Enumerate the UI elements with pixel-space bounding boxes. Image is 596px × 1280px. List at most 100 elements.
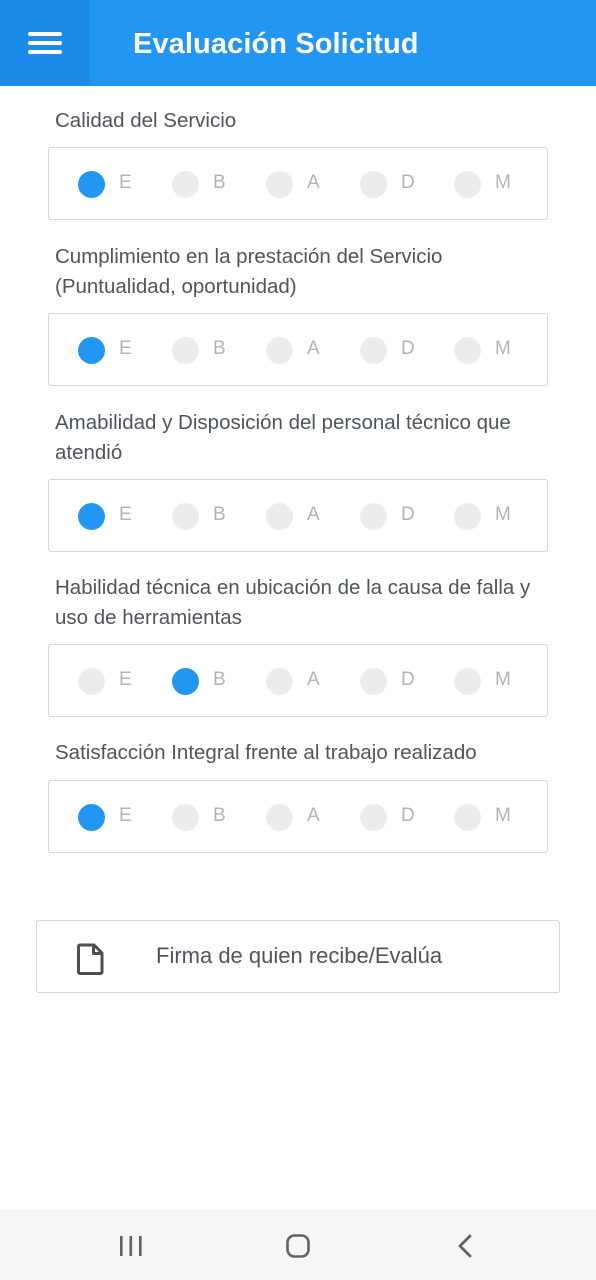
radio-checked-icon[interactable]: [78, 171, 105, 198]
rating-option-label: D: [401, 504, 415, 525]
rating-option-a[interactable]: A: [237, 645, 331, 716]
radio-unchecked-icon[interactable]: [454, 171, 481, 198]
signature-button[interactable]: Firma de quien recibe/Evalúa: [36, 920, 560, 993]
rating-option-label: M: [495, 504, 511, 525]
radio-unchecked-icon[interactable]: [78, 668, 105, 695]
question-label: Amabilidad y Disposición del personal té…: [55, 411, 511, 464]
rating-option-m[interactable]: M: [425, 480, 519, 551]
radio-unchecked-icon[interactable]: [172, 804, 199, 831]
rating-option-label: M: [495, 172, 511, 193]
radio-unchecked-icon[interactable]: [266, 804, 293, 831]
rating-option-a[interactable]: A: [237, 148, 331, 219]
recent-apps-icon: [120, 1236, 142, 1256]
rating-option-label: A: [307, 504, 320, 525]
radio-unchecked-icon[interactable]: [266, 337, 293, 364]
rating-option-e[interactable]: E: [49, 645, 143, 716]
rating-option-label: B: [213, 805, 226, 826]
radio-unchecked-icon[interactable]: [266, 503, 293, 530]
rating-option-label: D: [401, 338, 415, 359]
rating-option-d[interactable]: D: [331, 148, 425, 219]
rating-option-e[interactable]: E: [49, 314, 143, 385]
rating-option-label: B: [213, 172, 226, 193]
radio-checked-icon[interactable]: [78, 337, 105, 364]
recent-apps-button[interactable]: [86, 1210, 176, 1280]
radio-unchecked-icon[interactable]: [172, 503, 199, 530]
rating-option-label: E: [119, 669, 132, 690]
rating-option-b[interactable]: B: [143, 148, 237, 219]
rating-option-label: M: [495, 338, 511, 359]
rating-option-b[interactable]: B: [143, 314, 237, 385]
question-label: Habilidad técnica en ubicación de la cau…: [55, 576, 531, 629]
rating-option-a[interactable]: A: [237, 314, 331, 385]
rating-radio-group: EBADM: [48, 313, 548, 386]
radio-unchecked-icon[interactable]: [266, 668, 293, 695]
radio-unchecked-icon[interactable]: [454, 503, 481, 530]
rating-option-m[interactable]: M: [425, 645, 519, 716]
rating-option-b[interactable]: B: [143, 781, 237, 852]
rating-option-label: B: [213, 504, 226, 525]
rating-radio-group: EBADM: [48, 780, 548, 853]
radio-unchecked-icon[interactable]: [360, 804, 387, 831]
rating-option-a[interactable]: A: [237, 480, 331, 551]
rating-option-d[interactable]: D: [331, 314, 425, 385]
rating-option-e[interactable]: E: [49, 148, 143, 219]
radio-unchecked-icon[interactable]: [360, 668, 387, 695]
rating-option-d[interactable]: D: [331, 781, 425, 852]
rating-option-label: M: [495, 669, 511, 690]
radio-unchecked-icon[interactable]: [454, 337, 481, 364]
rating-option-label: E: [119, 504, 132, 525]
hamburger-menu-icon-line: [28, 50, 62, 54]
menu-button[interactable]: [0, 0, 90, 86]
hamburger-menu-icon: [28, 32, 62, 36]
question-label: Calidad del Servicio: [55, 109, 237, 132]
rating-option-e[interactable]: E: [49, 480, 143, 551]
rating-option-label: E: [119, 805, 132, 826]
back-button[interactable]: [420, 1210, 510, 1280]
app-bar: Evaluación Solicitud: [0, 0, 596, 86]
rating-option-label: E: [119, 338, 132, 359]
rating-option-d[interactable]: D: [331, 645, 425, 716]
radio-checked-icon[interactable]: [172, 668, 199, 695]
rating-radio-group: E B AD M: [48, 147, 548, 220]
page-title: Evaluación Solicitud: [133, 28, 419, 60]
back-icon: [458, 1234, 472, 1258]
rating-option-label: D: [401, 669, 415, 690]
rating-option-e[interactable]: E: [49, 781, 143, 852]
rating-option-label: B: [213, 669, 226, 690]
radio-unchecked-icon[interactable]: [360, 337, 387, 364]
system-nav-bar: [0, 1210, 596, 1280]
question-label: Satisfacción Integral frente al trabajo …: [55, 741, 477, 764]
radio-unchecked-icon[interactable]: [454, 668, 481, 695]
signature-label: Firma de quien recibe/Evalúa: [156, 943, 443, 968]
rating-option-m[interactable]: M: [425, 314, 519, 385]
rating-option-label: A: [307, 669, 320, 690]
document-icon: [77, 943, 104, 975]
home-icon: [286, 1234, 310, 1258]
rating-option-b[interactable]: B: [143, 645, 237, 716]
rating-option-label: D: [401, 805, 415, 826]
radio-unchecked-icon[interactable]: [360, 503, 387, 530]
rating-option-d[interactable]: D: [331, 480, 425, 551]
rating-option-label: A: [307, 805, 320, 826]
rating-option-label: M: [495, 805, 511, 826]
rating-radio-group: EBADM: [48, 479, 548, 552]
rating-option-m[interactable]: M: [425, 148, 519, 219]
radio-unchecked-icon[interactable]: [172, 171, 199, 198]
rating-option-a[interactable]: A: [237, 781, 331, 852]
rating-option-label: A: [307, 172, 320, 193]
rating-option-label: E: [119, 172, 132, 193]
radio-unchecked-icon[interactable]: [454, 804, 481, 831]
question-label: Cumplimiento en la prestación del Servic…: [55, 245, 443, 298]
radio-unchecked-icon[interactable]: [172, 337, 199, 364]
rating-option-m[interactable]: M: [425, 781, 519, 852]
rating-option-label: B: [213, 338, 226, 359]
radio-unchecked-icon[interactable]: [266, 171, 293, 198]
radio-checked-icon[interactable]: [78, 503, 105, 530]
hamburger-menu-icon-line: [28, 41, 62, 45]
rating-option-b[interactable]: B: [143, 480, 237, 551]
home-button[interactable]: [253, 1210, 343, 1280]
radio-unchecked-icon[interactable]: [360, 171, 387, 198]
rating-radio-group: EBADM: [48, 644, 548, 717]
radio-checked-icon[interactable]: [78, 804, 105, 831]
rating-option-label: A: [307, 338, 320, 359]
